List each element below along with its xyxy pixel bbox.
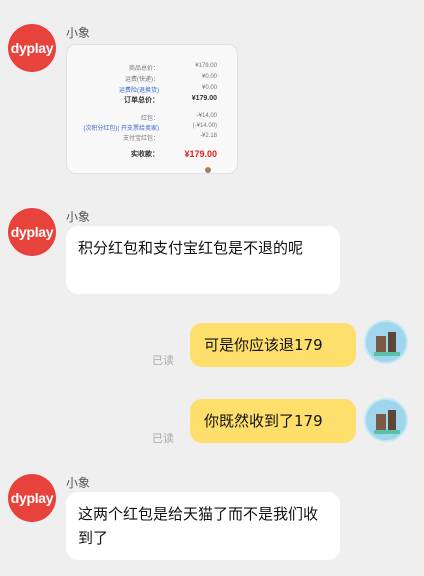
read-status: 已读 [152, 354, 174, 367]
receipt-label: 商品总价： [128, 66, 159, 72]
receipt-value: ¥0.00 [201, 85, 217, 91]
receipt-label: 实收款： [131, 151, 159, 158]
order-receipt-card[interactable]: 商品总价： ¥179.00 运费(快递)： ¥0.00 运费险(退换货) ¥0.… [66, 44, 238, 174]
receipt-value: ¥179.00 [191, 95, 217, 102]
receipt-value: -¥14.00 [196, 113, 217, 119]
receipt-row: 运费(快递)： ¥0.00 [67, 74, 217, 83]
avatar-image-icon [366, 400, 406, 440]
info-icon [205, 167, 211, 173]
message-bubble[interactable]: 可是你应该退179 [190, 323, 356, 367]
read-status: 已读 [152, 432, 174, 445]
receipt-label: 支付宝红包： [122, 136, 159, 142]
receipt-value: ¥179.00 [195, 63, 217, 69]
receipt-row: 红包： -¥14.00 [67, 113, 217, 122]
message-bubble[interactable]: 这两个红包是给天猫了而不是我们收到了 [66, 492, 340, 560]
sender-name: 小象 [66, 26, 91, 40]
receipt-value: -¥2.18 [199, 133, 217, 139]
message-bubble[interactable]: 你既然收到了179 [190, 399, 356, 443]
receipt-label: 订单总价： [124, 97, 159, 104]
receipt-row: 运费险(退换货) ¥0.00 [67, 85, 217, 94]
contact-avatar[interactable]: dyplay [8, 474, 56, 522]
receipt-row: 支付宝红包： -¥2.18 [67, 133, 217, 142]
receipt-row: (次积分红包)( 开支票给卖家) (-¥14.00) [67, 123, 217, 132]
receipt-value: ¥0.00 [201, 74, 217, 80]
contact-avatar[interactable]: dyplay [8, 208, 56, 256]
user-avatar[interactable] [364, 398, 408, 442]
receipt-row: 商品总价： ¥179.00 [67, 63, 217, 72]
receipt-total: ¥179.00 [184, 149, 217, 159]
sender-name: 小象 [66, 210, 91, 224]
user-avatar[interactable] [364, 320, 408, 364]
shipping-insurance-link[interactable]: 运费险(退换货) [67, 85, 159, 94]
receipt-value: (-¥14.00) [192, 123, 217, 129]
receipt-label: 红包： [140, 116, 159, 122]
message-bubble[interactable]: 积分红包和支付宝红包是不退的呢 [66, 226, 340, 294]
redpacket-detail-link[interactable]: (次积分红包)( 开支票给卖家) [67, 123, 159, 132]
receipt-label: 运费(快递)： [125, 77, 159, 83]
sender-name: 小象 [66, 476, 91, 490]
avatar-image-icon [366, 322, 406, 362]
contact-avatar[interactable]: dyplay [8, 24, 56, 72]
receipt-row: 订单总价： ¥179.00 [67, 95, 217, 105]
receipt-row: 实收款： ¥179.00 [67, 149, 217, 159]
